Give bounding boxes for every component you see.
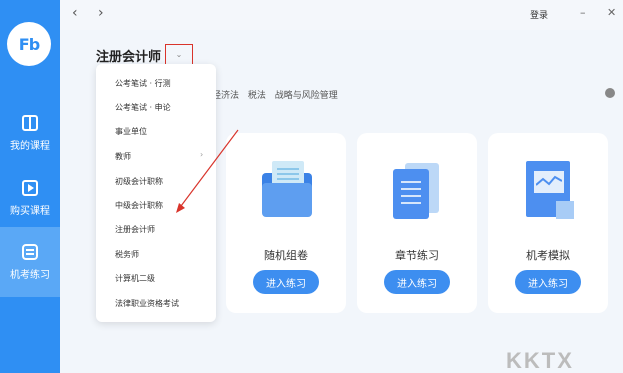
card-chapter-practice: 章节练习 进入练习: [357, 133, 477, 313]
clock-icon[interactable]: [605, 88, 615, 98]
enter-practice-button[interactable]: 进入练习: [515, 270, 581, 294]
exam-icon: [22, 243, 38, 260]
close-button[interactable]: ✕: [607, 6, 616, 19]
sidebar-item-label: 机考练习: [10, 269, 50, 281]
sidebar-item-buy-courses[interactable]: 购买课程: [0, 163, 60, 233]
app-logo: Fb: [7, 22, 51, 66]
dropdown-item[interactable]: 计算机二级: [115, 273, 155, 284]
title-bar: ‹ › 登录 – ✕: [60, 0, 623, 30]
back-button[interactable]: ‹: [72, 5, 78, 21]
card-random-paper: 随机组卷 进入练习: [226, 133, 346, 313]
dropdown-item[interactable]: 教师: [115, 151, 131, 162]
enter-practice-button[interactable]: 进入练习: [384, 270, 450, 294]
dropdown-item[interactable]: 注册会计师: [115, 224, 155, 235]
card-title: 机考模拟: [526, 249, 570, 262]
sidebar: Fb 我的课程 购买课程 机考练习: [0, 0, 60, 373]
login-button[interactable]: 登录: [530, 8, 548, 21]
sidebar-item-label: 我的课程: [10, 140, 50, 152]
card-mock-exam: 机考模拟 进入练习: [488, 133, 608, 313]
dropdown-item[interactable]: 初级会计职称: [115, 176, 163, 187]
folder-icon: [262, 161, 312, 217]
category-dropdown-menu: 公考笔试 · 行测 公考笔试 · 申论 事业单位 教师 初级会计职称 中级会计职…: [96, 64, 216, 322]
sidebar-item-label: 购买课程: [10, 205, 50, 217]
card-title: 随机组卷: [264, 249, 308, 262]
forward-button[interactable]: ›: [98, 5, 104, 21]
dropdown-item[interactable]: 税务师: [115, 249, 139, 260]
watermark-logo: KKTX: [506, 348, 574, 373]
dropdown-item[interactable]: 事业单位: [115, 126, 147, 137]
card-title: 章节练习: [395, 249, 439, 262]
dropdown-item[interactable]: 公考笔试 · 申论: [115, 102, 171, 113]
exam-category-title[interactable]: 注册会计师: [96, 46, 161, 65]
minimize-button[interactable]: –: [580, 6, 586, 19]
tab-tax-law[interactable]: 税法: [248, 91, 266, 101]
book-icon: [22, 114, 38, 131]
enter-practice-button[interactable]: 进入练习: [253, 270, 319, 294]
documents-icon: [393, 163, 441, 219]
tab-strategy-risk[interactable]: 战略与风险管理: [275, 91, 338, 101]
chart-document-icon: [526, 161, 574, 221]
sidebar-item-my-courses[interactable]: 我的课程: [0, 98, 60, 168]
dropdown-item[interactable]: 公考笔试 · 行测: [115, 78, 171, 89]
dropdown-item[interactable]: 中级会计职称: [115, 200, 163, 211]
play-icon: [22, 179, 38, 196]
subject-tabs: 经济法 税法 战略与风险管理: [212, 88, 344, 101]
tab-economic-law[interactable]: 经济法: [212, 91, 239, 101]
dropdown-item[interactable]: 法律职业资格考试: [115, 298, 179, 309]
chevron-right-icon: ›: [200, 150, 204, 159]
sidebar-item-exam-practice[interactable]: 机考练习: [0, 227, 60, 297]
